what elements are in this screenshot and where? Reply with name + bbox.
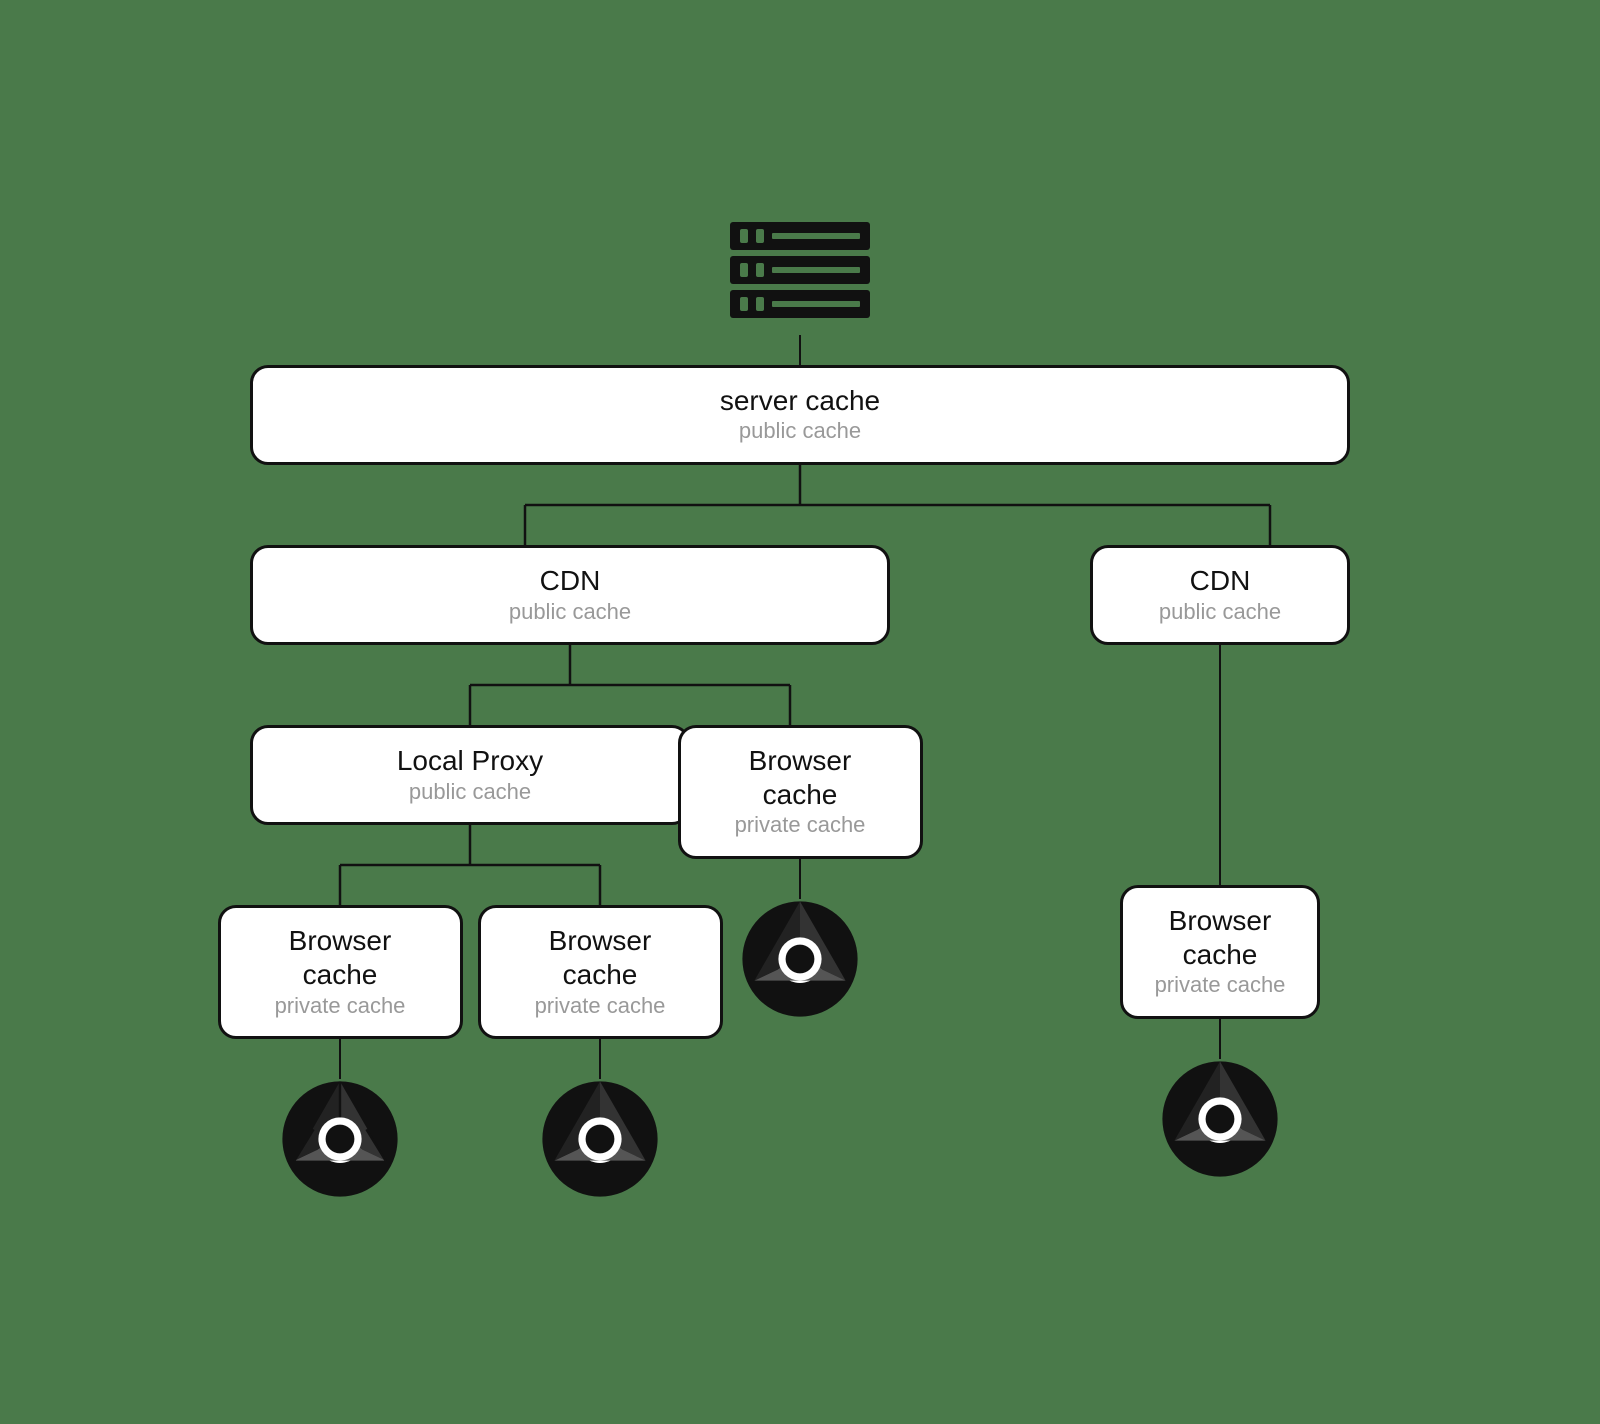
browser-2-title: Browser cache (511, 924, 690, 991)
connector-browser-3-chrome (799, 859, 801, 899)
browser-3-title: Browser cache (711, 744, 890, 811)
browser-4-subtitle: private cache (1153, 971, 1287, 1000)
cdn-right-title: CDN (1123, 564, 1317, 598)
server-cache-title: server cache (283, 384, 1317, 418)
browser-3-box: Browser cache private cache (678, 725, 923, 859)
browser-2-item: Browser cache private cache (510, 905, 690, 1199)
chrome-icon-2 (540, 1079, 660, 1199)
cdn-left-box: CDN public cache (250, 545, 890, 645)
chrome-icon-4 (1160, 1059, 1280, 1179)
browser-2-box: Browser cache private cache (478, 905, 723, 1039)
connector-cdn-right-browser (1219, 645, 1221, 885)
cdn-left-subtitle: public cache (283, 598, 857, 627)
connector-browser-1-chrome (339, 1039, 341, 1079)
browser-4-item: Browser cache private cache (1120, 885, 1320, 1179)
server-cache-subtitle: public cache (283, 417, 1317, 446)
local-proxy-section: Local Proxy public cache (250, 725, 690, 1199)
browser-2-subtitle: private cache (511, 992, 690, 1021)
browsers-1-2-row: Browser cache private cache (250, 905, 690, 1199)
browser-3-section: Browser cache private cache (710, 725, 890, 1019)
browser-1-subtitle: private cache (251, 992, 430, 1021)
chrome-icon-3 (740, 899, 860, 1019)
local-proxy-subtitle: public cache (283, 778, 657, 807)
cdn-right-box: CDN public cache (1090, 545, 1350, 645)
connector-browser-2-chrome (599, 1039, 601, 1079)
connector-cdn-left (250, 645, 890, 725)
browser-4-box: Browser cache private cache (1120, 885, 1320, 1019)
chrome-icon-1 (280, 1079, 400, 1199)
browser-1-title: Browser cache (251, 924, 430, 991)
connector-server-top (799, 335, 801, 365)
connector-browser-4-chrome (1219, 1019, 1221, 1059)
browser-1-item: Browser cache private cache (250, 905, 430, 1199)
cdn-left-section: CDN public cache (250, 545, 890, 1199)
local-proxy-title: Local Proxy (283, 744, 657, 778)
cdn-right-section: CDN public cache Browser cache private c… (1090, 545, 1350, 1179)
local-proxy-box: Local Proxy public cache (250, 725, 690, 825)
proxy-browser3-row: Local Proxy public cache (250, 725, 890, 1199)
connector-server-cdn (250, 465, 1350, 545)
connector-proxy-browsers (250, 825, 690, 905)
cdn-left-title: CDN (283, 564, 857, 598)
cdn-right-subtitle: public cache (1123, 598, 1317, 627)
cdn-row: CDN public cache (250, 545, 1350, 1199)
server-cache-box: server cache public cache (250, 365, 1350, 465)
browser-1-box: Browser cache private cache (218, 905, 463, 1039)
browser-3-subtitle: private cache (711, 811, 890, 840)
diagram: server cache public cache CDN public cac… (200, 165, 1400, 1259)
server-icon (720, 205, 880, 335)
browser-4-title: Browser cache (1153, 904, 1287, 971)
